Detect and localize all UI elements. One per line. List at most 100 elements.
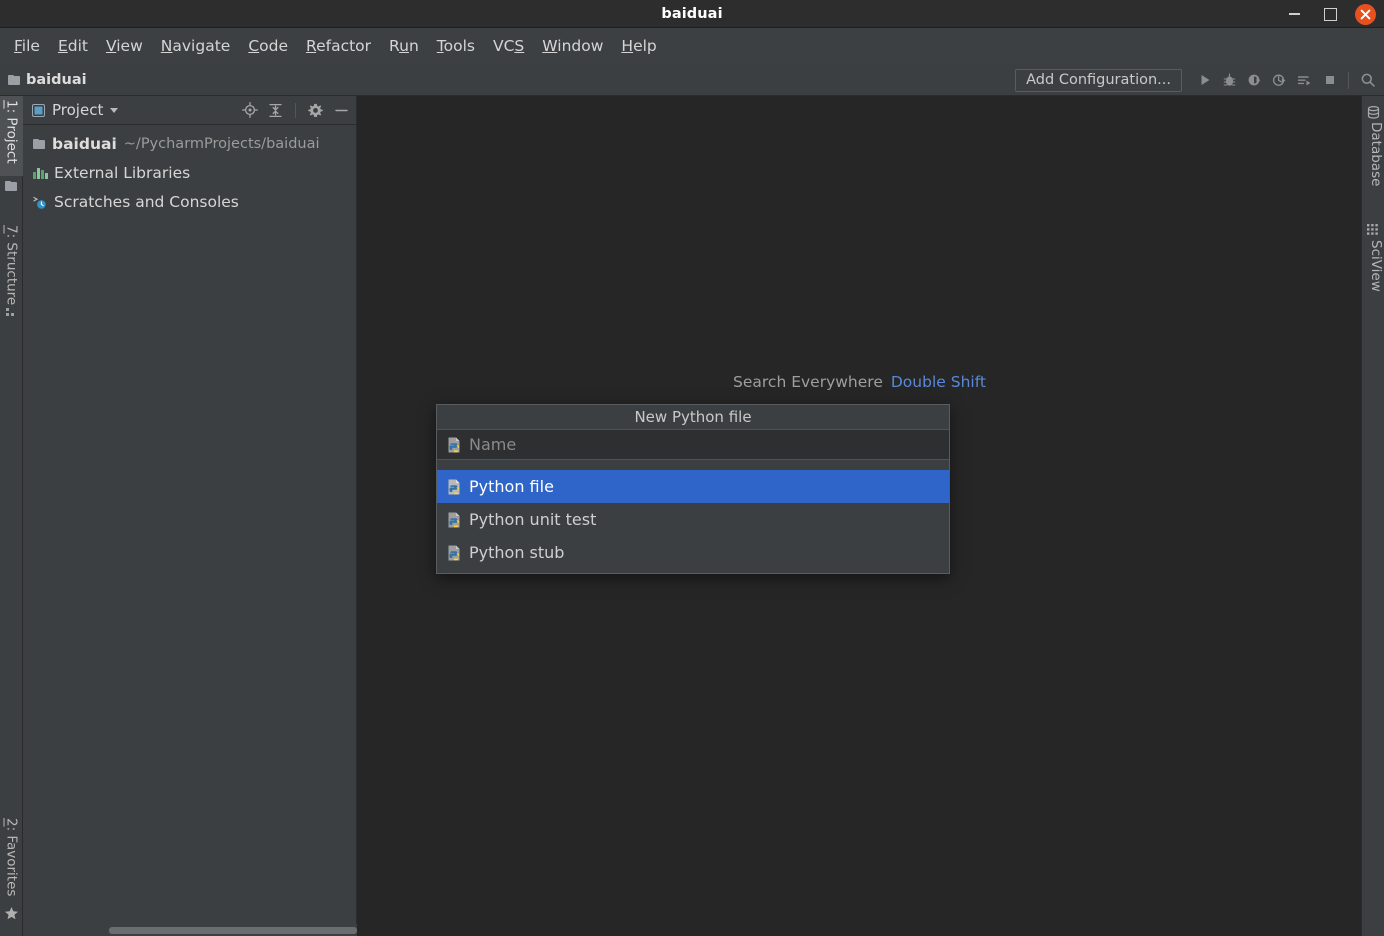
- window-controls: [1283, 0, 1376, 28]
- python-file-icon: [448, 437, 460, 452]
- left-tool-strip: 1: Project 7: Structure 2: Favorites: [0, 96, 23, 936]
- list-item-python-stub[interactable]: Python stub: [437, 536, 949, 569]
- popup-divider: [437, 460, 949, 470]
- breadcrumb-label: baiduai: [26, 71, 87, 88]
- hide-icon: [335, 109, 348, 111]
- run-icon: [1201, 75, 1209, 85]
- actions-separator: [295, 102, 296, 118]
- scratches-icon: [33, 195, 47, 209]
- file-type-list: Python file Python unit test Python stub: [437, 470, 949, 573]
- file-name-placeholder: Name: [469, 435, 517, 454]
- right-tool-strip: Database SciView: [1361, 96, 1384, 936]
- stop-icon: [1325, 76, 1334, 84]
- menu-tools[interactable]: Tools: [428, 34, 484, 58]
- tree-node-path: ~/PycharmProjects/baiduai: [123, 135, 320, 152]
- search-everywhere-label: Search Everywhere: [733, 373, 883, 391]
- hide-panel-button[interactable]: [333, 102, 350, 119]
- tree-node-label: External Libraries: [54, 163, 191, 182]
- menu-help[interactable]: Help: [612, 34, 665, 58]
- folder-icon: [8, 74, 20, 85]
- editor-empty-area: Search Everywhere Double Shift New Pytho…: [358, 96, 1361, 936]
- pycharm-window: baiduai File Edit View Navigate Code Ref…: [0, 0, 1384, 936]
- breadcrumb[interactable]: baiduai: [0, 72, 87, 88]
- database-icon: [1367, 106, 1380, 119]
- menu-refactor[interactable]: Refactor: [297, 34, 380, 58]
- profile-button[interactable]: [1267, 67, 1292, 93]
- sidebar-item-favorites[interactable]: 2: Favorites: [0, 814, 23, 914]
- menu-bar: File Edit View Navigate Code Refactor Ru…: [0, 28, 1384, 64]
- tree-node-external-libraries[interactable]: External Libraries: [23, 158, 356, 187]
- collapse-all-button[interactable]: [267, 102, 284, 119]
- list-item-label: Python file: [469, 477, 554, 496]
- gear-icon: [308, 103, 323, 117]
- popup-title: New Python file: [437, 405, 949, 430]
- list-item-python-file[interactable]: Python file: [437, 470, 949, 503]
- run-with-console-button[interactable]: [1292, 67, 1317, 93]
- title-bar: baiduai: [0, 0, 1384, 28]
- tree-node-project-root[interactable]: baiduai ~/PycharmProjects/baiduai: [23, 129, 356, 158]
- project-tool-window: Project baiduai ~/PycharmProjects/baidua…: [23, 96, 357, 936]
- collapse-all-icon: [269, 103, 282, 117]
- project-horizontal-scrollbar[interactable]: [23, 924, 357, 936]
- python-file-icon: [448, 479, 460, 494]
- sidebar-item-sciview[interactable]: SciView: [1361, 240, 1384, 310]
- run-with-coverage-button[interactable]: [1242, 67, 1267, 93]
- menu-window[interactable]: Window: [533, 34, 612, 58]
- menu-edit[interactable]: Edit: [49, 34, 97, 58]
- menu-file[interactable]: File: [5, 34, 49, 58]
- tree-node-label: Scratches and Consoles: [54, 192, 239, 211]
- project-view-icon: [32, 103, 45, 117]
- debug-icon: [1223, 72, 1236, 86]
- menu-vcs[interactable]: VCS: [484, 34, 533, 58]
- list-item-label: Python unit test: [469, 510, 597, 529]
- chevron-down-icon[interactable]: [110, 107, 119, 113]
- search-everywhere-hint: Search Everywhere Double Shift: [358, 373, 1361, 391]
- search-everywhere-shortcut: Double Shift: [890, 373, 986, 391]
- run-toolbar: Add Configuration...: [1015, 64, 1384, 96]
- minimize-button[interactable]: [1283, 3, 1305, 25]
- run-button[interactable]: [1192, 67, 1217, 93]
- structure-icon: [6, 308, 14, 316]
- project-panel-header: Project: [23, 96, 356, 125]
- maximize-button[interactable]: [1319, 3, 1341, 25]
- debug-button[interactable]: [1217, 67, 1242, 93]
- close-icon: [1360, 9, 1371, 19]
- search-icon: [1361, 73, 1375, 87]
- add-configuration-button[interactable]: Add Configuration...: [1015, 68, 1182, 92]
- scrollbar-thumb[interactable]: [109, 927, 357, 934]
- star-icon: [5, 907, 18, 920]
- menu-code[interactable]: Code: [239, 34, 297, 58]
- select-opened-file-icon: [241, 102, 258, 118]
- search-everywhere-button[interactable]: [1355, 67, 1380, 93]
- scratches-glyph: [33, 196, 46, 209]
- sidebar-item-database[interactable]: Database: [1361, 122, 1384, 202]
- tree-node-scratches-and-consoles[interactable]: Scratches and Consoles: [23, 187, 356, 216]
- stop-button[interactable]: [1317, 67, 1342, 93]
- list-item-python-unit-test[interactable]: Python unit test: [437, 503, 949, 536]
- toolbar-separator: [1348, 71, 1349, 89]
- close-button[interactable]: [1355, 3, 1376, 25]
- sciview-icon: [1367, 224, 1378, 235]
- menu-navigate[interactable]: Navigate: [152, 34, 240, 58]
- project-folder-icon: [5, 181, 17, 191]
- list-item-label: Python stub: [469, 543, 565, 562]
- menu-run[interactable]: Run: [380, 34, 428, 58]
- project-panel-actions: [241, 102, 350, 119]
- project-tree: baiduai ~/PycharmProjects/baiduai Extern…: [23, 125, 356, 216]
- sidebar-item-project[interactable]: 1: Project: [0, 96, 23, 176]
- project-panel-title: Project: [52, 101, 104, 119]
- menu-view[interactable]: View: [97, 34, 152, 58]
- folder-icon: [33, 138, 45, 149]
- profile-icon: [1272, 74, 1286, 86]
- python-file-icon: [448, 512, 460, 527]
- file-name-input[interactable]: Name: [437, 430, 949, 460]
- settings-button[interactable]: [307, 102, 324, 119]
- run-with-console-icon: [1297, 75, 1311, 85]
- select-opened-file-button[interactable]: [241, 102, 258, 119]
- tree-node-label: baiduai: [52, 134, 117, 153]
- window-title: baiduai: [661, 5, 723, 22]
- navigation-bar: baiduai Add Configuration...: [0, 64, 1384, 96]
- run-with-coverage-icon: [1248, 74, 1261, 85]
- python-file-icon: [448, 545, 460, 560]
- new-python-file-popup: New Python file Name Python file Python …: [436, 404, 950, 574]
